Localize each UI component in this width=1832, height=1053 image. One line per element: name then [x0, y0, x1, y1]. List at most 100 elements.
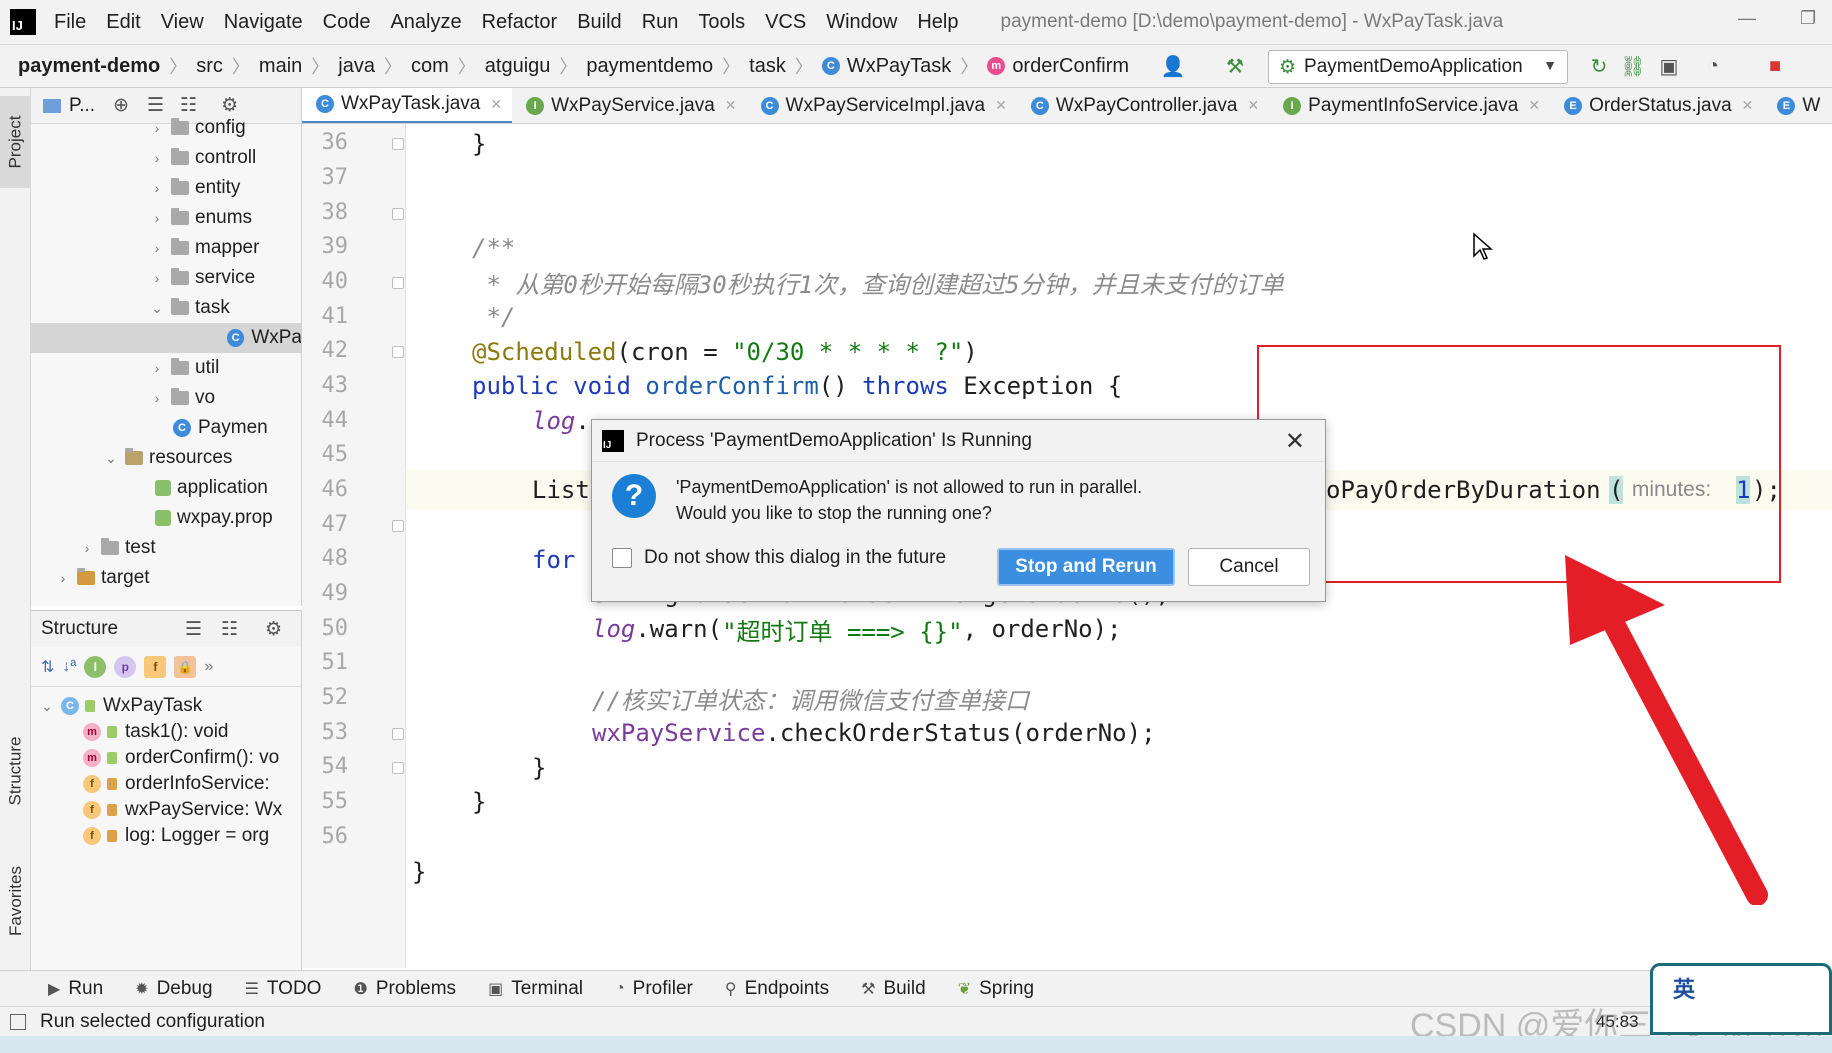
menu-edit[interactable]: Edit [106, 11, 140, 34]
menu-code[interactable]: Code [323, 11, 371, 34]
tree-item-config[interactable]: › config [31, 113, 301, 143]
sort-alpha-icon[interactable]: ↓ª [62, 658, 76, 676]
menu-build[interactable]: Build [577, 11, 621, 34]
tab-paymentinfoservice[interactable]: I PaymentInfoService.java ✕ [1269, 88, 1550, 123]
favorites-tool-tab[interactable]: Favorites [0, 846, 31, 956]
expand-all-icon[interactable]: ☰ [185, 618, 202, 641]
do-not-show-checkbox[interactable] [612, 548, 632, 568]
do-not-show-label[interactable]: Do not show this dialog in the future [644, 547, 946, 569]
tab-overflow[interactable]: EW [1763, 88, 1830, 123]
breadcrumb-atguigu[interactable]: atguigu [485, 55, 551, 78]
breadcrumb-task[interactable]: task [749, 55, 786, 78]
close-tab-icon[interactable]: ✕ [490, 96, 502, 113]
debug-icon[interactable]: ⛓ [1620, 53, 1646, 79]
tree-item-test[interactable]: › test [31, 533, 301, 563]
tree-item-enums[interactable]: › enums [31, 203, 301, 233]
structure-tool-tab[interactable]: Structure [0, 716, 31, 826]
tab-wxpaycontroller[interactable]: C WxPayController.java ✕ [1017, 88, 1269, 123]
menu-run[interactable]: Run [642, 11, 679, 34]
tab-orderstatus[interactable]: E OrderStatus.java ✕ [1550, 88, 1763, 123]
more-icon[interactable]: » [204, 658, 213, 676]
menu-tools[interactable]: Tools [698, 11, 745, 34]
close-tab-icon[interactable]: ✕ [995, 97, 1007, 114]
tool-build[interactable]: ⚒ Build [861, 978, 926, 1000]
menu-vcs[interactable]: VCS [765, 11, 806, 34]
cancel-button[interactable]: Cancel [1188, 548, 1310, 586]
build-hammer-icon[interactable]: ⚒ [1222, 53, 1248, 79]
tool-todo[interactable]: ☰ TODO [245, 978, 322, 1000]
menu-view[interactable]: View [161, 11, 204, 34]
show-inherited-icon[interactable]: I [84, 655, 107, 678]
menu-refactor[interactable]: Refactor [482, 11, 558, 34]
sort-visibility-icon[interactable]: ⇅ [41, 657, 54, 677]
run-configuration-selector[interactable]: ⚙ PaymentDemoApplication ▼ [1268, 50, 1568, 84]
tool-profiler[interactable]: ◔ Profiler [615, 978, 693, 1000]
menu-window[interactable]: Window [826, 11, 897, 34]
structure-member[interactable]: f log: Logger = org [31, 821, 301, 851]
tree-item-target[interactable]: › target [31, 563, 301, 593]
tree-item-vo[interactable]: › vo [31, 383, 301, 413]
show-properties-icon[interactable]: p [114, 655, 137, 678]
tab-wxpayservice[interactable]: I WxPayService.java ✕ [512, 88, 746, 123]
fold-marker-icon[interactable] [392, 138, 404, 150]
fold-marker-icon[interactable] [392, 520, 404, 532]
tree-item-service[interactable]: › service [31, 263, 301, 293]
project-panel: P... ⊕ ☰ ☷ ⚙ › config › controll › entity ›… [31, 88, 302, 606]
settings-gear-icon[interactable]: ⚙ [265, 618, 282, 641]
menu-help[interactable]: Help [917, 11, 958, 34]
tool-run[interactable]: ▶ Run [48, 978, 103, 1000]
breadcrumb-com[interactable]: com [411, 55, 449, 78]
menu-file[interactable]: File [54, 11, 86, 34]
fold-marker-icon[interactable] [392, 728, 404, 740]
maximize-icon[interactable]: ❐ [1800, 8, 1816, 29]
close-tab-icon[interactable]: ✕ [1528, 97, 1540, 114]
stop-and-rerun-button[interactable]: Stop and Rerun [997, 548, 1175, 586]
breadcrumb-paymentdemo[interactable]: paymentdemo [586, 55, 713, 78]
tree-item-mapper[interactable]: › mapper [31, 233, 301, 263]
menu-navigate[interactable]: Navigate [224, 11, 303, 34]
tree-item-application-yml[interactable]: application [31, 473, 301, 503]
tab-wxpayserviceimpl[interactable]: C WxPayServiceImpl.java ✕ [747, 88, 1017, 123]
breadcrumb-project[interactable]: payment-demo [18, 55, 160, 78]
close-tab-icon[interactable]: ✕ [1742, 97, 1754, 114]
fold-marker-icon[interactable] [392, 762, 404, 774]
close-icon[interactable]: ✕ [1285, 427, 1305, 456]
rerun-icon[interactable]: ↻ [1586, 53, 1612, 79]
breadcrumb-src[interactable]: src [196, 55, 223, 78]
fold-marker-icon[interactable] [392, 346, 404, 358]
stop-icon[interactable]: ■ [1762, 53, 1788, 79]
tool-problems[interactable]: ❶ Problems [353, 978, 456, 1000]
breadcrumb-main[interactable]: main [259, 55, 302, 78]
profiler-icon[interactable]: ◔ [1700, 53, 1726, 79]
tree-item-application-class[interactable]: C Paymen [31, 413, 301, 443]
tab-wxpaytask[interactable]: C WxPayTask.java ✕ [302, 88, 513, 123]
tree-item-resources[interactable]: ⌄ resources [31, 443, 301, 473]
project-tool-tab[interactable]: Project [0, 96, 31, 188]
ime-language-label[interactable]: 英 [1673, 972, 1695, 1004]
tree-item-wxpay-properties[interactable]: wxpay.prop [31, 503, 301, 533]
breadcrumb-java[interactable]: java [338, 55, 375, 78]
tree-item-controller[interactable]: › controll [31, 143, 301, 173]
status-toggle-icon[interactable] [10, 1013, 26, 1030]
fold-marker-icon[interactable] [392, 277, 404, 289]
close-tab-icon[interactable]: ✕ [725, 97, 737, 114]
close-tab-icon[interactable]: ✕ [1247, 97, 1259, 114]
tool-endpoints[interactable]: ⚲ Endpoints [725, 978, 829, 1000]
minimize-icon[interactable]: — [1738, 8, 1756, 29]
fold-marker-icon[interactable] [392, 208, 404, 220]
breadcrumb-class[interactable]: C WxPayTask [821, 55, 951, 78]
menu-analyze[interactable]: Analyze [390, 11, 461, 34]
collapse-all-icon[interactable]: ☷ [221, 618, 238, 641]
coverage-icon[interactable]: ▣ [1656, 53, 1682, 79]
tree-item-util[interactable]: › util [31, 353, 301, 383]
user-icon[interactable]: 👤 [1160, 53, 1186, 79]
tree-item-wxpaytask[interactable]: C WxPa [31, 323, 301, 353]
show-non-public-icon[interactable]: 🔒 [174, 655, 197, 678]
tool-terminal[interactable]: ▣ Terminal [488, 978, 583, 1000]
tool-spring[interactable]: ❦ Spring [958, 978, 1034, 1000]
tree-item-entity[interactable]: › entity [31, 173, 301, 203]
tool-debug[interactable]: ✹ Debug [135, 978, 212, 1000]
tree-item-task[interactable]: ⌄ task [31, 293, 301, 323]
breadcrumb-method[interactable]: m orderConfirm [987, 55, 1129, 78]
show-fields-icon[interactable]: f [144, 655, 167, 678]
